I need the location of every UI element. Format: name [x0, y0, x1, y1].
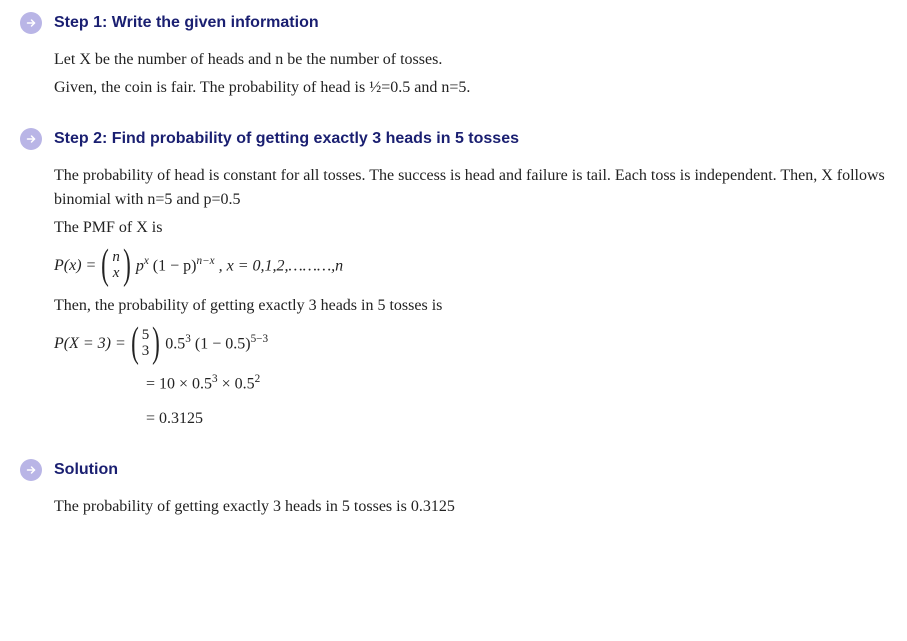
- binom-top: n: [112, 250, 120, 266]
- solution-text: The probability of getting exactly 3 hea…: [54, 495, 887, 519]
- px3-line2-e2: 2: [255, 373, 261, 385]
- binom-bot: x: [113, 266, 120, 282]
- binom-bot-3: 3: [142, 344, 150, 360]
- px3-exp1: 3: [185, 333, 191, 345]
- solution-block: Solution The probability of getting exac…: [20, 459, 887, 519]
- pmf-p: p: [136, 258, 144, 275]
- arrow-right-icon: [20, 128, 42, 150]
- px3-lhs: P(X = 3) =: [54, 332, 126, 356]
- equation-pmf: P(x) = ( n x ) px (1 − p)n−x , x = 0,1,2…: [54, 248, 887, 284]
- px3-line2-pre: = 10 × 0.5: [146, 376, 212, 393]
- equation-px3-line3: = 0.3125: [54, 407, 887, 431]
- binomial-5-3: ( 5 3 ): [128, 326, 164, 362]
- solution-title: Solution: [54, 461, 118, 479]
- step-2-body: The probability of head is constant for …: [54, 164, 887, 431]
- step-1-body: Let X be the number of heads and n be th…: [54, 48, 887, 100]
- pmf-1mp: (1 − p): [153, 258, 197, 275]
- pmf-exp-x: x: [144, 255, 149, 267]
- arrow-right-icon: [20, 459, 42, 481]
- px3-line2-mid: × 0.5: [218, 376, 255, 393]
- step-1-block: Step 1: Write the given information Let …: [20, 12, 887, 100]
- equation-px3-line1: P(X = 3) = ( 5 3 ) 0.53 (1 − 0.5)5−3: [54, 326, 887, 362]
- px3-exp2: 5−3: [251, 333, 269, 345]
- step-2-block: Step 2: Find probability of getting exac…: [20, 128, 887, 431]
- step-2-para-2: The PMF of X is: [54, 216, 887, 240]
- px3-base1: 0.5: [165, 335, 185, 352]
- equation-px3-line2: = 10 × 0.53 × 0.52: [54, 371, 887, 396]
- solution-header: Solution: [20, 459, 887, 481]
- step-1-line-2: Given, the coin is fair. The probability…: [54, 76, 887, 100]
- binomial-n-x: ( n x ): [98, 248, 134, 284]
- pmf-lhs: P(x) =: [54, 254, 96, 278]
- arrow-right-icon: [20, 12, 42, 34]
- step-1-title: Step 1: Write the given information: [54, 14, 319, 32]
- solution-body: The probability of getting exactly 3 hea…: [54, 495, 887, 519]
- pmf-exp-nmx: n−x: [196, 255, 214, 267]
- step-1-header: Step 1: Write the given information: [20, 12, 887, 34]
- step-2-header: Step 2: Find probability of getting exac…: [20, 128, 887, 150]
- step-2-para-1: The probability of head is constant for …: [54, 164, 887, 212]
- step-2-title: Step 2: Find probability of getting exac…: [54, 130, 519, 148]
- px3-result: = 0.3125: [146, 407, 203, 431]
- binom-top-5: 5: [142, 328, 150, 344]
- pmf-domain: , x = 0,1,2,………,n: [219, 258, 344, 275]
- step-1-line-1: Let X be the number of heads and n be th…: [54, 48, 887, 72]
- step-2-para-3: Then, the probability of getting exactly…: [54, 294, 887, 318]
- px3-mid: (1 − 0.5): [195, 335, 251, 352]
